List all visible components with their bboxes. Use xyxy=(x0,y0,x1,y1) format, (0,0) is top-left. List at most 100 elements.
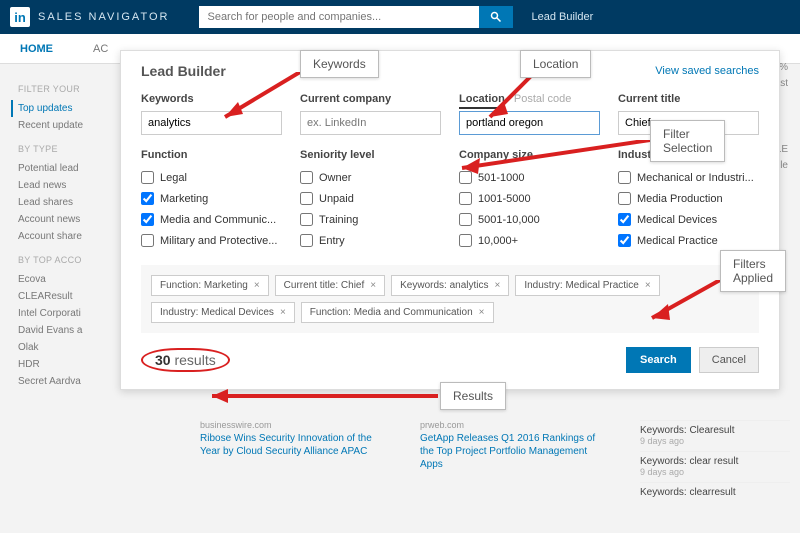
callout-keywords: Keywords xyxy=(300,50,379,78)
filter-option-label: Medical Practice xyxy=(637,235,718,247)
filter-option[interactable]: Marketing xyxy=(141,188,282,209)
function-label: Function xyxy=(141,149,282,161)
filter-option-label: Legal xyxy=(160,172,187,184)
filter-option[interactable]: Unpaid xyxy=(300,188,441,209)
arrow-keywords xyxy=(210,72,310,132)
filter-option[interactable]: Entry xyxy=(300,230,441,251)
global-search-input[interactable] xyxy=(199,6,479,28)
filter-option[interactable]: Media Production xyxy=(618,188,759,209)
search-icon xyxy=(490,11,502,23)
filter-checkbox[interactable] xyxy=(141,213,154,226)
remove-chip-icon[interactable]: × xyxy=(280,307,286,318)
remove-chip-icon[interactable]: × xyxy=(479,307,485,318)
filter-option[interactable]: 5001-10,000 xyxy=(459,209,600,230)
remove-chip-icon[interactable]: × xyxy=(254,280,260,291)
filter-checkbox[interactable] xyxy=(300,213,313,226)
applied-filter-chip: Function: Marketing× xyxy=(151,275,269,296)
filter-option[interactable]: Training xyxy=(300,209,441,230)
sidebar-section-type: BY TYPE xyxy=(18,144,118,154)
tab-home[interactable]: HOME xyxy=(20,43,53,55)
filter-checkbox[interactable] xyxy=(141,171,154,184)
sidebar-item[interactable]: Secret Aardva xyxy=(18,373,118,390)
callout-filters-applied: Filters Applied xyxy=(720,250,786,292)
bg-saved-keywords: Keywords: Clearesult9 days ago Keywords:… xyxy=(640,420,790,502)
global-search-button[interactable] xyxy=(479,6,513,28)
results-count: 30 results xyxy=(141,348,230,372)
filter-option-label: Marketing xyxy=(160,193,208,205)
sidebar-item[interactable]: Ecova xyxy=(18,271,118,288)
company-input[interactable] xyxy=(300,111,441,135)
applied-filter-chip: Function: Media and Communication× xyxy=(301,302,494,323)
applied-filter-chip: Industry: Medical Devices× xyxy=(151,302,295,323)
seniority-label: Seniority level xyxy=(300,149,441,161)
sidebar-item[interactable]: Olak xyxy=(18,339,118,356)
linkedin-logo-icon: in xyxy=(10,7,30,27)
sidebar-item[interactable]: David Evans a xyxy=(18,322,118,339)
remove-chip-icon[interactable]: × xyxy=(370,280,376,291)
sidebar-item[interactable]: Recent update xyxy=(18,117,118,134)
arrow-filter-selection xyxy=(450,140,660,180)
filter-option-label: Training xyxy=(319,214,358,226)
arrow-filters-applied xyxy=(640,280,730,330)
title-label: Current title xyxy=(618,93,759,105)
sidebar-item[interactable]: Account share xyxy=(18,228,118,245)
sidebar-item[interactable]: Lead shares xyxy=(18,194,118,211)
filter-option-label: 1001-5000 xyxy=(478,193,531,205)
filter-checkbox[interactable] xyxy=(300,234,313,247)
filter-checkbox[interactable] xyxy=(459,213,472,226)
sidebar-item[interactable]: Intel Corporati xyxy=(18,305,118,322)
sidebar-item[interactable]: Account news xyxy=(18,211,118,228)
search-button[interactable]: Search xyxy=(626,347,691,373)
filter-checkbox[interactable] xyxy=(141,234,154,247)
sidebar-item[interactable]: CLEAResult xyxy=(18,288,118,305)
applied-filter-chip: Keywords: analytics× xyxy=(391,275,509,296)
arrow-results xyxy=(200,388,440,404)
sidebar-item[interactable]: Top updates xyxy=(11,100,118,117)
filter-checkbox[interactable] xyxy=(300,171,313,184)
sidebar-item[interactable]: Lead news xyxy=(18,177,118,194)
filter-checkbox[interactable] xyxy=(300,192,313,205)
filter-option-label: Media Production xyxy=(637,193,723,205)
left-sidebar: FILTER YOUR Top updatesRecent update BY … xyxy=(18,74,118,390)
bg-feed-cards: businesswire.com Ribose Wins Security In… xyxy=(200,420,600,471)
sidebar-section-filter: FILTER YOUR xyxy=(18,84,118,94)
applied-filter-chip: Industry: Medical Practice× xyxy=(515,275,659,296)
brand-text: SALES NAVIGATOR xyxy=(38,11,169,23)
filter-checkbox[interactable] xyxy=(618,234,631,247)
filter-checkbox[interactable] xyxy=(141,192,154,205)
filter-option[interactable]: 10,000+ xyxy=(459,230,600,251)
tab-ac[interactable]: AC xyxy=(93,43,108,55)
sidebar-item[interactable]: Potential lead xyxy=(18,160,118,177)
cancel-button[interactable]: Cancel xyxy=(699,347,759,373)
remove-chip-icon[interactable]: × xyxy=(494,280,500,291)
filter-option-label: Medical Devices xyxy=(637,214,717,226)
callout-filter-selection: Filter Selection xyxy=(650,120,725,162)
filter-option[interactable]: Medical Practice xyxy=(618,230,759,251)
top-nav: in SALES NAVIGATOR Lead Builder xyxy=(0,0,800,34)
filter-option-label: Owner xyxy=(319,172,351,184)
view-saved-searches-link[interactable]: View saved searches xyxy=(655,65,759,77)
filter-option[interactable]: Military and Protective... xyxy=(141,230,282,251)
filter-option-label: Unpaid xyxy=(319,193,354,205)
arrow-location xyxy=(480,72,540,127)
filter-option-label: 10,000+ xyxy=(478,235,518,247)
sidebar-section-accounts: BY TOP ACCO xyxy=(18,255,118,265)
filter-checkbox[interactable] xyxy=(618,213,631,226)
sidebar-item[interactable]: HDR xyxy=(18,356,118,373)
applied-filter-chip: Current title: Chief× xyxy=(275,275,385,296)
lead-builder-link[interactable]: Lead Builder xyxy=(531,11,593,23)
filter-option-label: Military and Protective... xyxy=(160,235,277,247)
filter-checkbox[interactable] xyxy=(618,192,631,205)
filter-option[interactable]: Owner xyxy=(300,167,441,188)
callout-results: Results xyxy=(440,382,506,410)
filter-option[interactable]: Legal xyxy=(141,167,282,188)
filter-option-label: Media and Communic... xyxy=(160,214,276,226)
filter-checkbox[interactable] xyxy=(459,234,472,247)
filter-option[interactable]: Medical Devices xyxy=(618,209,759,230)
filter-option[interactable]: 1001-5000 xyxy=(459,188,600,209)
filter-option-label: Entry xyxy=(319,235,345,247)
company-label: Current company xyxy=(300,93,441,105)
filter-checkbox[interactable] xyxy=(459,192,472,205)
filter-option-label: 5001-10,000 xyxy=(478,214,540,226)
filter-option[interactable]: Media and Communic... xyxy=(141,209,282,230)
